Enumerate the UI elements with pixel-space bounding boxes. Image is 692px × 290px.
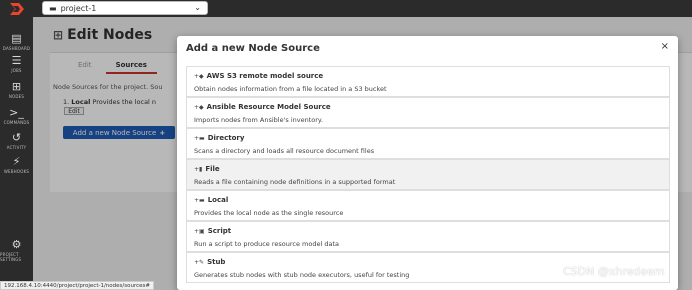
list-item-desc: Run a script to produce resource model d…	[194, 240, 339, 248]
list-item-aws-s3[interactable]: +◆ AWS S3 remote model source Obtain nod…	[186, 66, 670, 97]
list-item-title-text: Ansible Resource Model Source	[206, 103, 331, 111]
list-item-ansible[interactable]: +◆ Ansible Resource Model Source Imports…	[186, 97, 670, 128]
list-item-desc: Provides the local node as the single re…	[194, 209, 344, 217]
list-item-title: +▮ File	[194, 165, 220, 173]
diamond-icon: +◆	[194, 103, 204, 111]
script-icon: +▣	[194, 227, 205, 235]
modal-title: Add a new Node Source	[186, 43, 320, 54]
list-item-title: +▬ Directory	[194, 134, 244, 142]
sidebar-item-project-settings[interactable]: ⚙ PROJECT SETTINGS	[0, 238, 33, 263]
sitemap-icon: ⊞	[11, 80, 22, 93]
terminal-icon: >_	[9, 106, 24, 119]
folder-icon: +▬	[194, 134, 205, 142]
top-bar: ▬ project-1 ⌄	[0, 0, 692, 17]
sidebar-item-label: PROJECT SETTINGS	[0, 252, 22, 262]
list-item-directory[interactable]: +▬ Directory Scans a directory and loads…	[186, 128, 670, 159]
sidebar-item-activity[interactable]: ↺ ACTIVITY	[0, 131, 33, 151]
watermark: CSDN @xhredeem	[563, 265, 665, 278]
rundeck-logo[interactable]	[0, 0, 33, 17]
node-source-list: +◆ AWS S3 remote model source Obtain nod…	[186, 66, 670, 290]
sidebar-item-nodes[interactable]: ⊞ NODES	[0, 80, 33, 100]
list-item-script[interactable]: +▣ Script Run a script to produce resour…	[186, 221, 670, 252]
list-item-file[interactable]: +▮ File Reads a file containing node def…	[186, 159, 670, 190]
sidebar-item-label: DASHBOARD	[2, 46, 31, 51]
list-item-title: +✎ Stub	[194, 258, 225, 266]
list-item-title: +▣ Script	[194, 227, 231, 235]
sidebar-item-dashboard[interactable]: ▤ DASHBOARD	[0, 32, 33, 52]
list-item-title: +◆ AWS S3 remote model source	[194, 72, 323, 80]
list-item-desc: Reads a file containing node definitions…	[194, 178, 396, 186]
list-item-title: +▬ Local	[194, 196, 228, 204]
list-item-title-text: Script	[207, 227, 232, 235]
sidebar: ▤ DASHBOARD ☰ JOBS ⊞ NODES >_ COMMANDS ↺…	[0, 17, 33, 290]
add-node-source-modal: Add a new Node Source × +◆ AWS S3 remote…	[177, 36, 678, 290]
sidebar-item-webhooks[interactable]: ⚡ WEBHOOKS	[0, 155, 33, 175]
list-item-title-text: AWS S3 remote model source	[206, 72, 324, 80]
sidebar-item-label: NODES	[8, 94, 25, 99]
briefcase-icon: ▬	[49, 3, 57, 13]
chevron-down-icon: ⌄	[194, 3, 201, 12]
sidebar-item-label: JOBS	[11, 68, 22, 73]
sidebar-item-label: ACTIVITY	[6, 145, 27, 150]
list-item-title: +◆ Ansible Resource Model Source	[194, 103, 331, 111]
list-item-title-text: Stub	[207, 258, 226, 266]
list-item-title-text: Directory	[207, 134, 245, 142]
sidebar-item-jobs[interactable]: ☰ JOBS	[0, 54, 33, 74]
file-icon: +▮	[194, 165, 203, 173]
clipboard-icon: ▤	[11, 32, 22, 45]
logo-icon	[9, 2, 24, 15]
wrench-icon: +✎	[194, 258, 205, 266]
diamond-icon: +◆	[194, 72, 204, 80]
sidebar-item-commands[interactable]: >_ COMMANDS	[0, 106, 33, 126]
hdd-icon: +▬	[194, 196, 205, 204]
list-item-title-text: Local	[207, 196, 229, 204]
close-icon[interactable]: ×	[661, 41, 669, 52]
sidebar-item-label: COMMANDS	[3, 120, 30, 125]
gears-icon: ⚙	[11, 238, 22, 251]
list-icon: ☰	[11, 54, 22, 67]
list-item-desc: Obtain nodes information from a file loc…	[194, 85, 387, 93]
history-icon: ↺	[11, 131, 22, 144]
sidebar-item-label: WEBHOOKS	[3, 169, 30, 174]
list-item-desc: Generates stub nodes with stub node exec…	[194, 271, 410, 279]
list-item-local[interactable]: +▬ Local Provides the local node as the …	[186, 190, 670, 221]
project-selector[interactable]: ▬ project-1 ⌄	[42, 1, 208, 15]
status-url-bar: 192.168.4.10:4440/project/project-1/node…	[0, 281, 154, 290]
list-item-desc: Imports nodes from Ansible's inventory.	[194, 116, 323, 124]
project-name: project-1	[60, 3, 97, 13]
plug-icon: ⚡	[12, 155, 21, 168]
list-item-desc: Scans a directory and loads all resource…	[194, 147, 375, 155]
list-item-title-text: File	[205, 165, 220, 173]
